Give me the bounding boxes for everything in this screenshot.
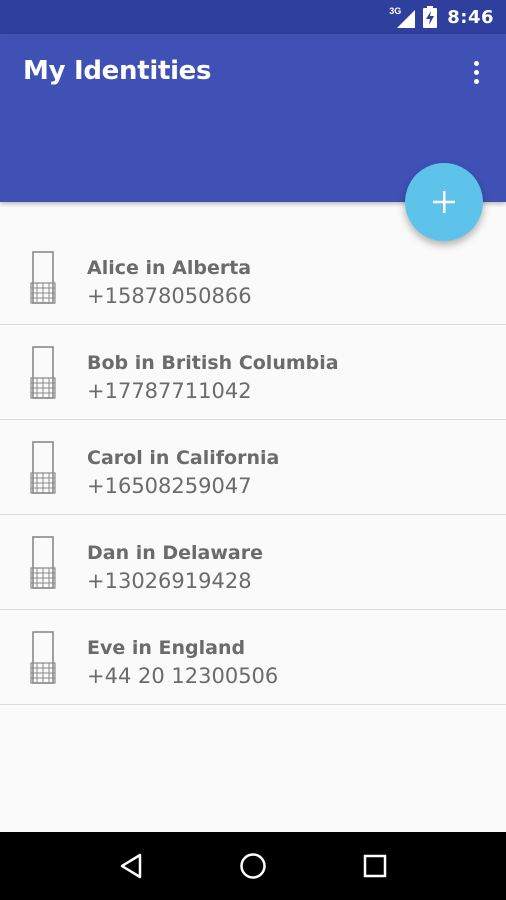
home-button[interactable] — [233, 846, 273, 886]
identity-number: +13026919428 — [87, 569, 252, 593]
back-icon — [120, 853, 142, 879]
list-item[interactable]: Dan in Delaware +13026919428 — [0, 515, 506, 610]
list-item[interactable]: Carol in California +16508259047 — [0, 420, 506, 515]
signal-icon — [397, 10, 416, 28]
list-item[interactable]: Alice in Alberta +15878050866 — [0, 230, 506, 325]
identity-name: Alice in Alberta — [87, 257, 252, 279]
navigation-bar — [0, 832, 506, 900]
phone-icon — [30, 251, 56, 304]
phone-icon — [30, 441, 56, 494]
phone-icon — [30, 346, 56, 399]
identity-number: +16508259047 — [87, 474, 252, 498]
list-item[interactable]: Eve in England +44 20 12300506 — [0, 610, 506, 705]
battery-charging-icon — [423, 6, 438, 28]
identity-name: Bob in British Columbia — [87, 352, 339, 374]
identity-list: Alice in Alberta +15878050866 Bob in Bri… — [0, 230, 506, 705]
home-icon — [240, 853, 266, 879]
identity-name: Dan in Delaware — [87, 542, 264, 564]
identity-name: Eve in England — [87, 637, 246, 659]
network-indicator: 3G — [389, 6, 416, 28]
clock: 8:46 — [447, 6, 494, 28]
recents-icon — [363, 854, 387, 878]
page-title: My Identities — [23, 56, 212, 86]
identity-number: +17787711042 — [87, 379, 252, 403]
list-item[interactable]: Bob in British Columbia +17787711042 — [0, 325, 506, 420]
identity-name: Carol in California — [87, 447, 280, 469]
recents-button[interactable] — [355, 846, 395, 886]
identity-number: +44 20 12300506 — [87, 664, 279, 688]
status-bar: 3G 8:46 — [0, 0, 506, 34]
more-vert-icon[interactable] — [464, 56, 488, 88]
phone-icon — [30, 631, 56, 684]
identity-number: +15878050866 — [87, 284, 252, 308]
back-button[interactable] — [111, 846, 151, 886]
plus-icon — [433, 191, 455, 213]
add-identity-button[interactable] — [405, 163, 483, 241]
phone-icon — [30, 536, 56, 589]
